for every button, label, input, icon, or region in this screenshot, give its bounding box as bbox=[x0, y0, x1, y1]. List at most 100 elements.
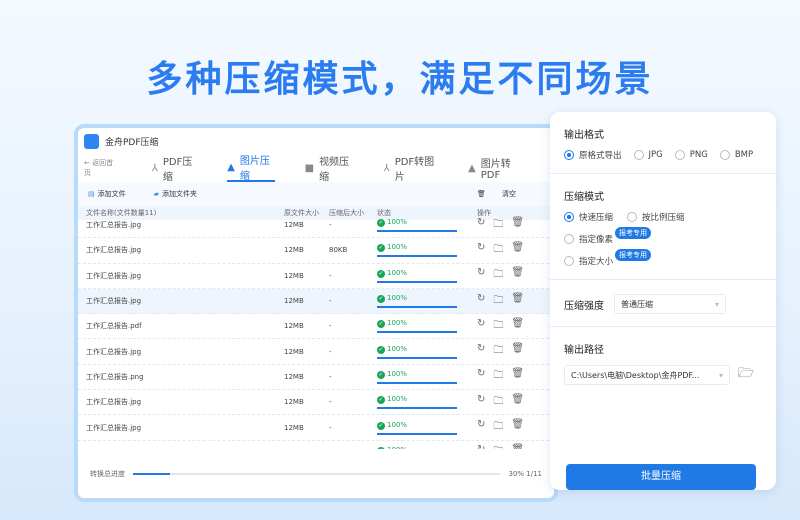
refresh-icon[interactable]: ↻ bbox=[477, 419, 485, 436]
toolbar: ▤添加文件 ▰添加文件夹 🗑 清空 bbox=[78, 182, 554, 206]
tab-label: 视频压缩 bbox=[319, 153, 354, 183]
file-name: 工作汇总报告.pdf bbox=[86, 321, 284, 331]
table-row[interactable]: 工作汇总报告.jpg 12MB 80KB ✓100% ↻🗀🗑 bbox=[78, 238, 554, 263]
radio-label: 快速压缩 bbox=[579, 211, 613, 223]
mode-radio[interactable]: 按比例压缩 bbox=[627, 211, 685, 223]
back-label: 返回首页 bbox=[84, 159, 113, 177]
refresh-icon[interactable]: ↻ bbox=[477, 394, 485, 411]
add-file-button[interactable]: ▤添加文件 bbox=[88, 189, 140, 199]
format-radio[interactable]: JPG bbox=[634, 149, 663, 161]
col-name: 文件名称(文件数量11) bbox=[86, 208, 284, 218]
status-bar bbox=[377, 382, 457, 384]
check-icon: ✓ bbox=[377, 371, 385, 379]
compressed-size: - bbox=[329, 348, 377, 356]
folder-icon[interactable]: 🗀 bbox=[493, 293, 503, 310]
compressed-size: - bbox=[329, 373, 377, 381]
status-percent: 100% bbox=[387, 243, 407, 251]
trash-icon: 🗑 bbox=[477, 190, 486, 198]
refresh-icon[interactable]: ↻ bbox=[477, 444, 485, 449]
check-icon: ✓ bbox=[377, 320, 385, 328]
refresh-icon[interactable]: ↻ bbox=[477, 368, 485, 385]
trash-icon[interactable]: 🗑 bbox=[511, 368, 524, 385]
mode-radio[interactable]: 指定大小报考专用 bbox=[564, 255, 762, 267]
strength-select[interactable]: 普通压缩▾ bbox=[614, 294, 726, 314]
folder-icon[interactable]: 🗀 bbox=[493, 394, 503, 411]
compressed-size: - bbox=[329, 272, 377, 280]
headline: 多种压缩模式，满足不同场景 bbox=[0, 50, 800, 102]
table-row[interactable]: 工作汇总报告.jpg 12MB - ✓100% ↻🗀🗑 bbox=[78, 264, 554, 289]
tab-icon: ▲ bbox=[227, 162, 235, 173]
batch-compress-button[interactable]: 批量压缩 bbox=[566, 464, 756, 490]
trash-icon[interactable]: 🗑 bbox=[511, 242, 524, 259]
table-row[interactable]: 工作汇总报告.jpg 12MB - ✓100% ↻🗀🗑 bbox=[78, 339, 554, 364]
refresh-icon[interactable]: ↻ bbox=[477, 217, 485, 234]
file-size: 12MB bbox=[284, 348, 329, 356]
trash-icon[interactable]: 🗑 bbox=[511, 343, 524, 360]
tab-0[interactable]: ⅄ PDF压缩 bbox=[152, 154, 198, 182]
refresh-icon[interactable]: ↻ bbox=[477, 267, 485, 284]
folder-icon[interactable]: 🗀 bbox=[493, 343, 503, 360]
tab-1[interactable]: ▲图片压缩 bbox=[227, 154, 274, 182]
table-row[interactable]: 工作汇总报告.jpg 12MB - ✓100% ↻🗀🗑 bbox=[78, 390, 554, 415]
trash-icon[interactable]: 🗑 bbox=[511, 419, 524, 436]
folder-icon[interactable]: 🗀 bbox=[493, 217, 503, 234]
folder-icon[interactable]: 🗀 bbox=[493, 368, 503, 385]
status: ✓100% bbox=[377, 243, 477, 257]
mode-radio[interactable]: 指定像素报考专用 bbox=[564, 233, 762, 245]
radio-label: BMP bbox=[735, 150, 753, 160]
status-bar bbox=[377, 357, 457, 359]
folder-icon[interactable]: 🗀 bbox=[493, 419, 503, 436]
folder-icon[interactable]: 🗀 bbox=[493, 267, 503, 284]
output-path-select[interactable]: C:\Users\电脑\Desktop\金舟PDF...▾ bbox=[564, 365, 730, 385]
file-size: 12MB bbox=[284, 221, 329, 229]
radio-icon bbox=[675, 150, 685, 160]
radio-label: 指定大小 bbox=[579, 255, 613, 267]
status: ✓100% bbox=[377, 269, 477, 283]
folder-icon[interactable]: 🗀 bbox=[493, 242, 503, 259]
tab-icon: ▲ bbox=[468, 163, 476, 174]
tab-4[interactable]: ▲ 图片转PDF bbox=[468, 154, 524, 182]
folder-icon[interactable]: 🗀 bbox=[493, 444, 503, 449]
add-folder-button[interactable]: ▰添加文件夹 bbox=[154, 189, 211, 199]
trash-icon[interactable]: 🗑 bbox=[511, 394, 524, 411]
refresh-icon[interactable]: ↻ bbox=[477, 293, 485, 310]
status-percent: 100% bbox=[387, 269, 407, 277]
status-bar bbox=[377, 306, 457, 308]
mode-radio[interactable]: 快速压缩 bbox=[564, 211, 613, 223]
tab-label: 图片转PDF bbox=[481, 155, 524, 181]
tab-icon: ⅄ bbox=[152, 163, 158, 174]
tab-label: PDF压缩 bbox=[163, 153, 197, 183]
file-size: 12MB bbox=[284, 322, 329, 330]
tab-3[interactable]: ⅄PDF转图片 bbox=[384, 154, 438, 182]
trash-icon[interactable]: 🗑 bbox=[511, 217, 524, 234]
format-radio[interactable]: PNG bbox=[675, 149, 708, 161]
folder-open-icon[interactable]: 🗁 bbox=[738, 364, 754, 386]
progress-text: 30% 1/11 bbox=[508, 470, 542, 478]
file-name: 工作汇总报告.jpg bbox=[86, 347, 284, 357]
trash-icon[interactable]: 🗑 bbox=[511, 318, 524, 335]
format-radio[interactable]: 原格式导出 bbox=[564, 149, 622, 161]
table-row[interactable]: 工作汇总报告.png 12MB - ✓100% ↻🗀🗑 bbox=[78, 365, 554, 390]
status-percent: 100% bbox=[387, 370, 407, 378]
back-button[interactable]: ← 返回首页 bbox=[84, 158, 118, 178]
table-row[interactable]: 工作汇总报告.jpg 12MB - ✓100% ↻🗀🗑 bbox=[78, 289, 554, 314]
refresh-icon[interactable]: ↻ bbox=[477, 318, 485, 335]
file-name: 工作汇总报告.jpg bbox=[86, 220, 284, 230]
refresh-icon[interactable]: ↻ bbox=[477, 343, 485, 360]
refresh-icon[interactable]: ↻ bbox=[477, 242, 485, 259]
table-row[interactable]: 工作汇总报告.jpg 12MB - ✓100% ↻🗀🗑 bbox=[78, 441, 554, 449]
trash-icon[interactable]: 🗑 bbox=[511, 293, 524, 310]
folder-icon[interactable]: 🗀 bbox=[493, 318, 503, 335]
tab-2[interactable]: ■视频压缩 bbox=[305, 154, 354, 182]
clear-button[interactable]: 🗑 清空 bbox=[477, 189, 530, 199]
file-name: 工作汇总报告.jpg bbox=[86, 397, 284, 407]
format-radio[interactable]: BMP bbox=[720, 149, 753, 161]
table-row[interactable]: 工作汇总报告.pdf 12MB - ✓100% ↻🗀🗑 bbox=[78, 314, 554, 339]
radio-icon bbox=[627, 212, 637, 222]
trash-icon[interactable]: 🗑 bbox=[511, 267, 524, 284]
table-row[interactable]: 工作汇总报告.jpg 12MB - ✓100% ↻🗀🗑 bbox=[78, 415, 554, 440]
trash-icon[interactable]: 🗑 bbox=[511, 444, 524, 449]
add-file-label: 添加文件 bbox=[98, 190, 126, 198]
strength-label: 压缩强度 bbox=[564, 297, 604, 312]
check-icon: ✓ bbox=[377, 396, 385, 404]
